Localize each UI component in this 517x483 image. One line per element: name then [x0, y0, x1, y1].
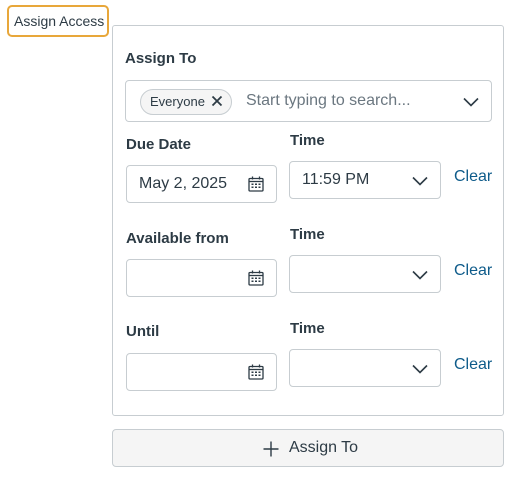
assign-card: Assign To Everyone Start typing to searc…: [112, 25, 504, 416]
available-from-label: Available from: [126, 230, 229, 247]
due-time-value: 11:59 PM: [302, 171, 370, 188]
due-date-label: Due Date: [126, 136, 192, 153]
available-from-time-label: Time: [290, 226, 325, 243]
assignee-tag-everyone[interactable]: Everyone: [140, 89, 232, 115]
assign-to-button[interactable]: Assign To: [112, 429, 504, 467]
calendar-icon[interactable]: [248, 176, 264, 192]
assign-to-label: Assign To: [125, 50, 197, 67]
calendar-icon[interactable]: [248, 364, 264, 380]
chevron-down-icon[interactable]: [412, 176, 428, 186]
until-time-select[interactable]: [289, 349, 441, 387]
plus-icon: [263, 441, 279, 457]
assign-to-combobox[interactable]: Everyone Start typing to search...: [125, 80, 492, 122]
available-from-clear-button[interactable]: Clear: [454, 262, 492, 280]
chevron-down-icon[interactable]: [412, 364, 428, 374]
assignee-tag-label: Everyone: [150, 94, 205, 109]
close-icon[interactable]: [211, 95, 223, 107]
chevron-down-icon[interactable]: [412, 270, 428, 280]
due-date-value: May 2, 2025: [139, 175, 228, 192]
until-time-label: Time: [290, 320, 325, 337]
until-date-input[interactable]: [126, 353, 277, 391]
until-label: Until: [126, 323, 160, 340]
calendar-icon[interactable]: [248, 270, 264, 286]
until-clear-button[interactable]: Clear: [454, 356, 492, 374]
chevron-down-icon[interactable]: [463, 97, 479, 107]
due-time-label: Time: [290, 132, 325, 149]
available-from-time-select[interactable]: [289, 255, 441, 293]
assign-to-button-label: Assign To: [289, 439, 359, 456]
assign-access-title: Assign Access: [7, 5, 109, 37]
due-time-select[interactable]: 11:59 PM: [289, 161, 441, 199]
assign-to-search-input[interactable]: Start typing to search...: [246, 92, 411, 110]
available-from-date-input[interactable]: [126, 259, 277, 297]
due-date-input[interactable]: May 2, 2025: [126, 165, 277, 203]
due-clear-button[interactable]: Clear: [454, 168, 492, 186]
